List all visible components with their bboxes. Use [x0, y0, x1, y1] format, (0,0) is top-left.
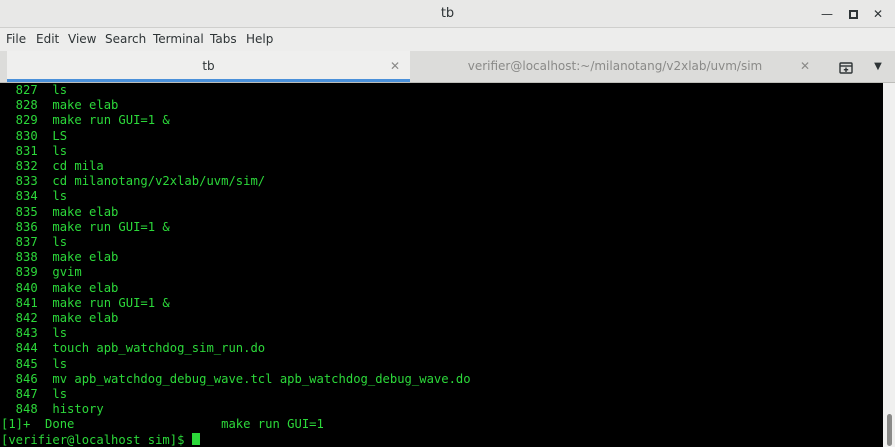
scrollbar-thumb[interactable] — [887, 414, 892, 446]
job-status-line: [1]+ Done make run GUI=1 — [1, 417, 324, 432]
close-icon[interactable]: ✕ — [866, 0, 890, 28]
tab-sim[interactable]: verifier@localhost:~/milanotang/v2xlab/u… — [410, 51, 820, 82]
tab-tb[interactable]: tb ✕ — [7, 51, 410, 82]
menu-help[interactable]: Help — [246, 28, 273, 51]
minimize-icon[interactable]: — — [815, 0, 839, 28]
history-line: 833 cd milanotang/v2xlab/uvm/sim/ — [1, 174, 266, 189]
window-titlebar[interactable]: tb — ✕ — [0, 0, 895, 28]
history-line: 847 ls — [1, 387, 68, 401]
history-line: 829 make run GUI=1 & — [1, 113, 170, 128]
menu-file[interactable]: File — [6, 28, 26, 51]
menu-bar: File Edit View Search Terminal Tabs Help — [0, 28, 895, 51]
tab-label: tb — [202, 59, 215, 73]
history-line: 834 ls — [1, 189, 68, 204]
menu-edit[interactable]: Edit — [36, 28, 59, 51]
prompt-line[interactable]: [verifier@localhost sim]$ — [1, 432, 200, 447]
new-tab-icon[interactable] — [836, 51, 856, 82]
chevron-down-icon[interactable]: ▼ — [870, 51, 886, 82]
history-line: 845 ls — [1, 356, 68, 371]
history-line: 828 make elab — [1, 98, 119, 113]
terminal-output[interactable]: 827 ls 828 make elab 829 make run GUI=1 … — [0, 83, 883, 447]
window-title: tb — [440, 6, 455, 21]
tab-close-icon[interactable]: ✕ — [800, 51, 810, 82]
history-line: 846 mv apb_watchdog_debug_wave.tcl apb_w… — [1, 371, 471, 386]
history-line: 843 ls — [1, 326, 68, 341]
history-line: 842 make elab — [1, 311, 119, 325]
shell-prompt: [verifier@localhost sim]$ — [1, 432, 192, 447]
history-line: 832 cd mila — [1, 159, 104, 173]
text-cursor — [191, 432, 200, 445]
maximize-icon[interactable] — [841, 0, 865, 28]
menu-tabs[interactable]: Tabs — [210, 28, 237, 51]
menu-search[interactable]: Search — [105, 28, 146, 51]
history-line: 836 make run GUI=1 & — [1, 219, 170, 234]
history-line: 835 make elab — [1, 204, 119, 219]
tab-close-icon[interactable]: ✕ — [390, 51, 400, 82]
history-line: 827 ls — [1, 83, 68, 97]
terminal-scrollbar[interactable] — [883, 83, 895, 447]
tab-label: verifier@localhost:~/milanotang/v2xlab/u… — [467, 59, 763, 73]
history-line: 831 ls — [1, 143, 68, 158]
history-line: 841 make run GUI=1 & — [1, 295, 170, 310]
history-line: 844 touch apb_watchdog_sim_run.do — [1, 341, 266, 356]
history-line: 848 history — [1, 402, 104, 417]
tab-bar: tb ✕ verifier@localhost:~/milanotang/v2x… — [0, 51, 895, 83]
menu-terminal[interactable]: Terminal — [153, 28, 204, 51]
menu-view[interactable]: View — [68, 28, 96, 51]
history-line: 840 make elab — [1, 280, 119, 295]
history-line: 838 make elab — [1, 250, 119, 265]
history-line: 830 LS — [1, 128, 68, 143]
history-line: 837 ls — [1, 235, 68, 249]
history-line: 839 gvim — [1, 265, 82, 280]
